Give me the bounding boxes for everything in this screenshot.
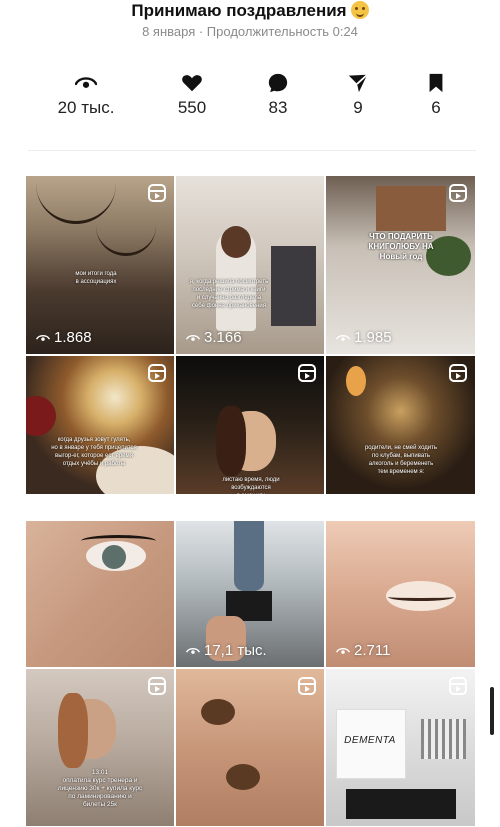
stat-saves-value: 6: [431, 98, 441, 117]
chandelier-shape: [96, 216, 156, 256]
posts-grid-top: мои итоги года в ассоциациях 1.868 я, ко…: [26, 176, 475, 494]
stat-likes[interactable]: 550: [152, 72, 232, 118]
stat-views: 20 тыс.: [46, 72, 126, 118]
grid-tile[interactable]: [26, 521, 174, 667]
posts-grid-bottom: 17,1 тыс. 2.711 13:01 оплатила курс трен…: [26, 521, 475, 826]
tea-cup-shape: [26, 396, 56, 436]
bookmark-icon: [429, 73, 443, 93]
divider: [28, 150, 476, 151]
tile-views-value: 3.166: [204, 329, 242, 346]
stat-likes-value: 550: [177, 98, 207, 117]
candle-flame-shape: [346, 366, 366, 396]
person-head: [221, 226, 251, 258]
reel-icon: [449, 184, 467, 202]
tile-caption: мои итоги года в ассоциациях: [75, 271, 117, 285]
reel-icon: [148, 184, 166, 202]
reel-icon: [449, 677, 467, 695]
stat-comments-value: 83: [268, 98, 288, 117]
books-shape: [376, 186, 446, 231]
tile-caption: когда друзья зовут гулять, но в январе у…: [51, 437, 137, 467]
tile-views-value: 2.711: [354, 642, 391, 659]
reel-icon: [148, 364, 166, 382]
grid-tile[interactable]: 2.711: [326, 521, 475, 667]
tile-caption: листаю время, люди возбуждаются в эмоция…: [222, 477, 280, 494]
stats-bar: 20 тыс. 550 83 9 6: [0, 72, 500, 122]
tile-views: 1.985: [336, 329, 392, 346]
reel-icon: [449, 364, 467, 382]
tile-views-value: 17,1 тыс.: [204, 642, 267, 659]
hair-shape: [58, 693, 88, 768]
eyeliner-shape: [81, 535, 156, 547]
grid-tile[interactable]: мои итоги года в ассоциациях 1.868: [26, 176, 174, 354]
grid-tile[interactable]: 17,1 тыс.: [176, 521, 324, 667]
eye-shape: [201, 699, 235, 725]
tile-views: 17,1 тыс.: [186, 642, 267, 659]
stat-shares[interactable]: 9: [318, 72, 398, 118]
eye-icon: [336, 647, 350, 654]
eye-shape: [226, 764, 260, 790]
eye-icon: [75, 77, 97, 88]
grid-tile[interactable]: DEMENTA: [326, 669, 475, 826]
party-face-emoji-icon: [350, 1, 369, 19]
tray-shape: [346, 789, 456, 819]
lashes-shape: [388, 593, 454, 601]
hair-shape: [216, 406, 246, 476]
reel-icon: [148, 677, 166, 695]
scrollbar[interactable]: [490, 687, 494, 735]
tile-caption: родители, не смей ходить по клубам, выпи…: [364, 445, 438, 475]
tile-caption: я, когда решила посмотреть последние стр…: [189, 279, 269, 309]
grid-tile[interactable]: ЧТО ПОДАРИТЬ КНИГОЛЮБУ НА Новый год 1.98…: [326, 176, 475, 354]
grid-tile[interactable]: родители, не смей ходить по клубам, выпи…: [326, 356, 475, 494]
share-icon: [348, 74, 368, 93]
stat-comments[interactable]: 83: [238, 72, 318, 118]
tile-views-value: 1.985: [354, 329, 392, 346]
clothes-rack: [271, 246, 316, 326]
stat-shares-value: 9: [353, 98, 363, 117]
comment-icon: [268, 73, 288, 93]
tile-views-value: 1.868: [54, 329, 92, 346]
reel-icon: [298, 364, 316, 382]
tile-views: 3.166: [186, 329, 242, 346]
title-text: Принимаю поздравления: [131, 1, 347, 20]
eye-icon: [186, 334, 200, 341]
grid-tile[interactable]: когда друзья зовут гулять, но в январе у…: [26, 356, 174, 494]
grid-tile[interactable]: [176, 669, 324, 826]
tile-caption: 13:01 оплатила курс тренера и лицензию 3…: [57, 769, 143, 808]
tile-views: 2.711: [336, 642, 390, 659]
brand-logo-text: DEMENTA: [344, 735, 396, 746]
post-meta: 8 января · Продолжительность 0:24: [142, 24, 358, 39]
iris-shape: [102, 545, 126, 569]
page-title: Принимаю поздравления: [0, 0, 500, 22]
stat-saves[interactable]: 6: [396, 72, 476, 118]
eye-icon: [36, 334, 50, 341]
eye-icon: [186, 647, 200, 654]
stat-views-value: 20 тыс.: [57, 98, 115, 117]
grid-tile[interactable]: я, когда решила посмотреть последние стр…: [176, 176, 324, 354]
reel-icon: [298, 677, 316, 695]
heart-icon: [182, 75, 202, 92]
trophy-shape: [234, 521, 264, 591]
eye-icon: [336, 334, 350, 341]
tile-views: 1.868: [36, 329, 92, 346]
tweezers-shape: [421, 719, 466, 759]
grid-tile[interactable]: листаю время, люди возбуждаются в эмоция…: [176, 356, 324, 494]
grid-tile[interactable]: 13:01 оплатила курс тренера и лицензию 3…: [26, 669, 174, 826]
tile-caption: ЧТО ПОДАРИТЬ КНИГОЛЮБУ НА Новый год: [368, 232, 434, 261]
